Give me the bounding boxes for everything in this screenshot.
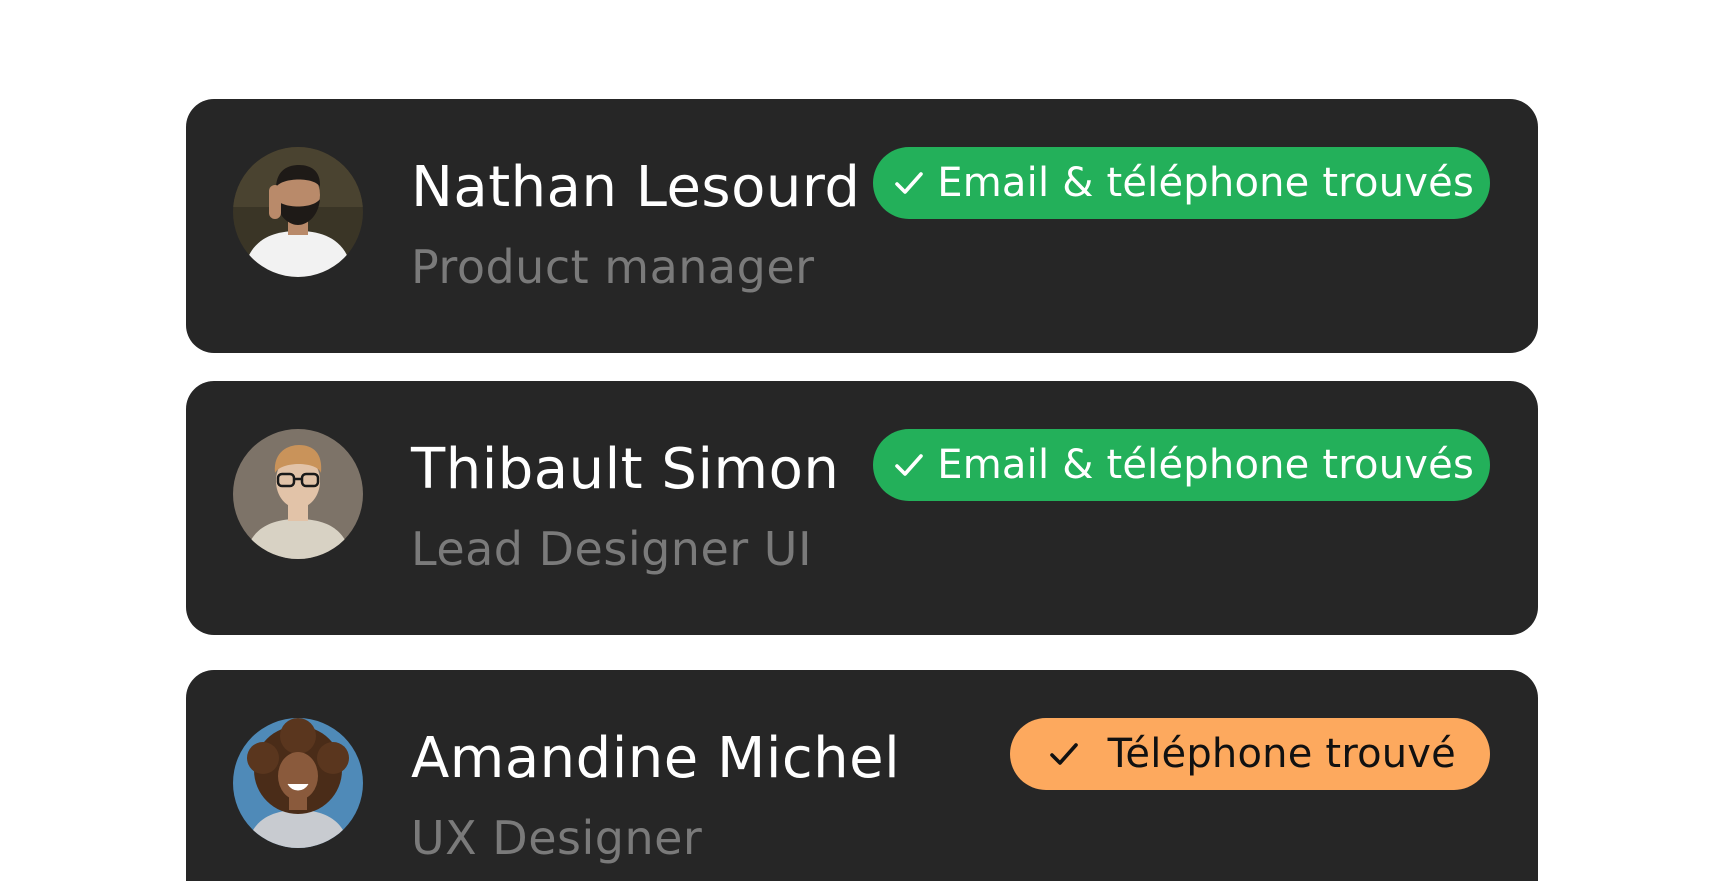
contact-name: Amandine Michel bbox=[411, 726, 901, 791]
status-badge: Téléphone trouvé bbox=[1009, 718, 1490, 790]
check-icon bbox=[891, 165, 927, 201]
status-badge-label: Email & téléphone trouvés bbox=[937, 442, 1474, 488]
contact-card[interactable]: Nathan Lesourd Product manager Email & t… bbox=[186, 99, 1538, 353]
contact-role: Lead Designer UI bbox=[411, 522, 813, 576]
check-icon bbox=[1046, 736, 1082, 772]
contact-role: Product manager bbox=[411, 240, 815, 294]
avatar bbox=[233, 147, 363, 277]
contact-name: Nathan Lesourd bbox=[411, 155, 861, 220]
contact-list: Nathan Lesourd Product manager Email & t… bbox=[0, 0, 1712, 881]
status-badge: Email & téléphone trouvés bbox=[873, 147, 1490, 219]
status-badge-label: Téléphone trouvé bbox=[1107, 731, 1456, 777]
contact-name: Thibault Simon bbox=[411, 437, 840, 502]
check-icon bbox=[891, 447, 927, 483]
avatar bbox=[233, 718, 363, 848]
avatar bbox=[233, 429, 363, 559]
contact-card[interactable]: Amandine Michel UX Designer Téléphone tr… bbox=[186, 670, 1538, 881]
status-badge-label: Email & téléphone trouvés bbox=[937, 160, 1474, 206]
contact-card[interactable]: Thibault Simon Lead Designer UI Email & … bbox=[186, 381, 1538, 635]
contact-role: UX Designer bbox=[411, 811, 703, 865]
status-badge: Email & téléphone trouvés bbox=[873, 429, 1490, 501]
